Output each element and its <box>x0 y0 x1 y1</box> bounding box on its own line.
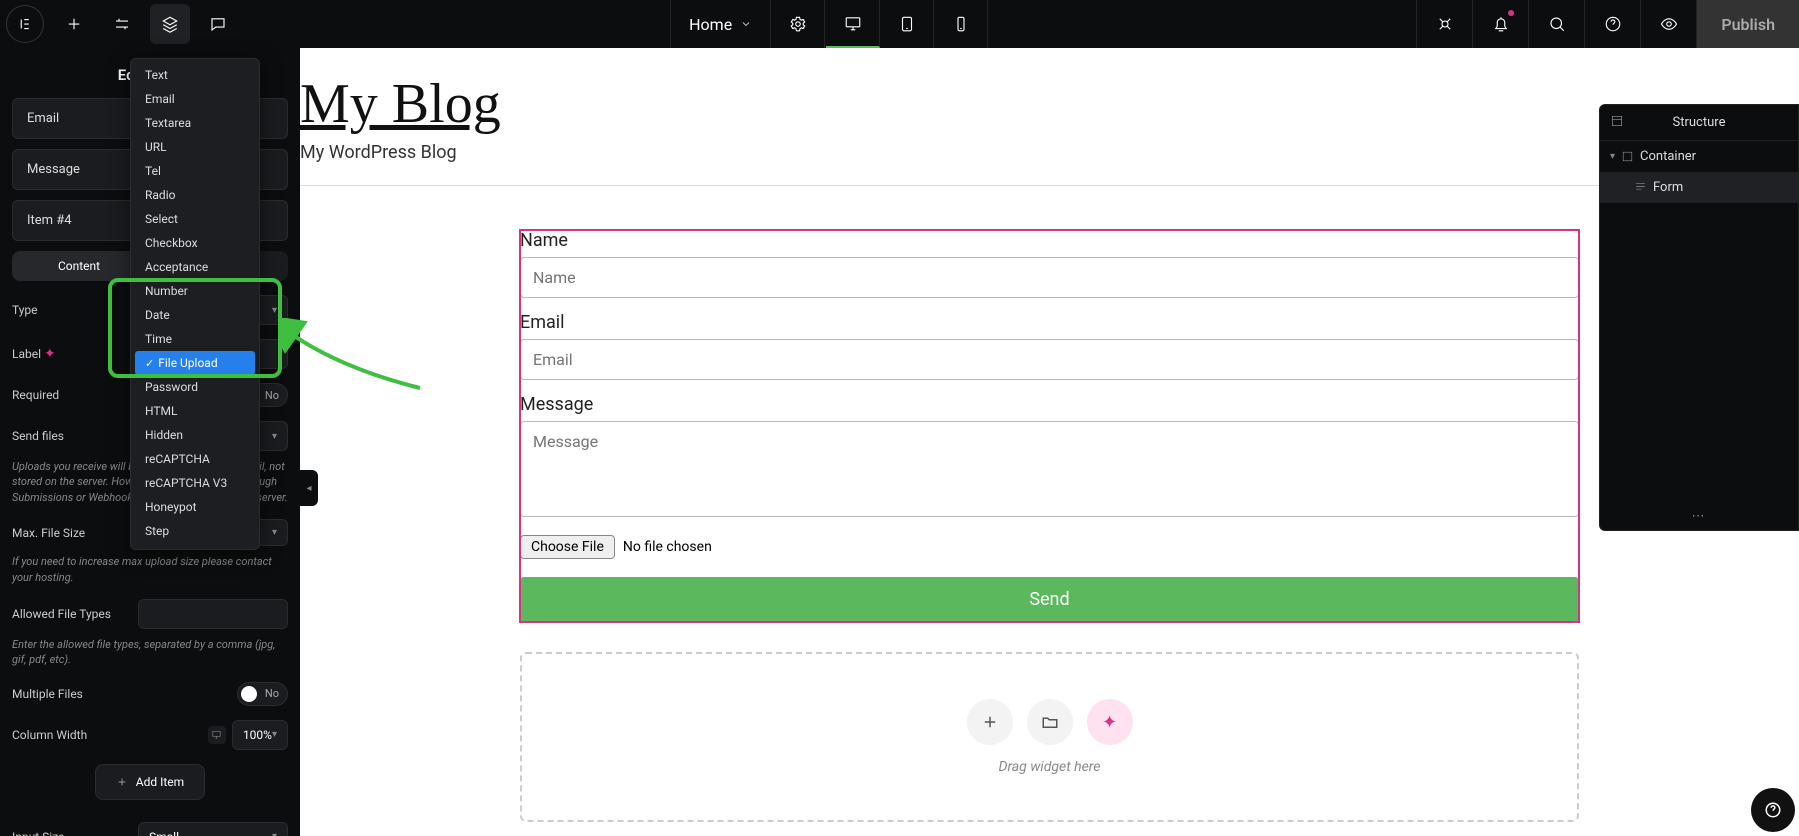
label-label: Label ✦ <box>12 346 56 362</box>
dropzone-text: Drag widget here <box>999 759 1101 775</box>
form-email-label: Email <box>520 312 1579 333</box>
colw-label: Column Width <box>12 728 87 742</box>
publish-button[interactable]: Publish <box>1696 0 1799 48</box>
device-tablet-icon[interactable] <box>880 0 934 48</box>
type-dropdown-menu[interactable]: TextEmailTextareaURLTelRadioSelectCheckb… <box>130 58 260 550</box>
type-option[interactable]: Hidden <box>135 423 255 447</box>
type-option[interactable]: Password <box>135 375 255 399</box>
form-widget[interactable]: Name Email Message Choose File No file c… <box>520 230 1579 622</box>
tab-content[interactable]: Content <box>12 251 146 281</box>
form-email-input[interactable] <box>520 339 1579 380</box>
type-option[interactable]: reCAPTCHA <box>135 447 255 471</box>
notification-badge <box>1508 10 1514 16</box>
type-option[interactable]: Date <box>135 303 255 327</box>
chevron-left-icon: ◂ <box>306 483 311 494</box>
device-mobile-icon[interactable] <box>934 0 988 48</box>
device-desktop-icon[interactable] <box>826 0 880 48</box>
comment-icon[interactable] <box>194 0 242 48</box>
type-option[interactable]: Select <box>135 207 255 231</box>
add-icon[interactable] <box>50 0 98 48</box>
search-icon[interactable] <box>1528 0 1584 48</box>
connect-icon[interactable] <box>1416 0 1472 48</box>
allowed-help: Enter the allowed file types, separated … <box>12 637 288 668</box>
send-button[interactable]: Send <box>520 577 1579 622</box>
type-option[interactable]: Honeypot <box>135 495 255 519</box>
multi-label: Multiple Files <box>12 687 83 701</box>
settings-sliders-icon[interactable] <box>98 0 146 48</box>
type-option[interactable]: File Upload <box>135 351 255 375</box>
structure-form-row[interactable]: Form <box>1600 172 1798 203</box>
notification-icon[interactable] <box>1472 0 1528 48</box>
preview-icon[interactable] <box>1640 0 1696 48</box>
maxsize-label: Max. File Size <box>12 526 85 540</box>
type-option[interactable]: Text <box>135 63 255 87</box>
structure-more[interactable]: ⋯ <box>1600 503 1798 530</box>
form-message-input[interactable] <box>520 421 1579 517</box>
structure-container-row[interactable]: ▾ Container <box>1600 141 1798 172</box>
type-option[interactable]: Radio <box>135 183 255 207</box>
type-option[interactable]: Time <box>135 327 255 351</box>
structure-title: Structure <box>1673 115 1726 130</box>
blog-subtitle: My WordPress Blog <box>300 142 1799 163</box>
type-option[interactable]: URL <box>135 135 255 159</box>
structure-panel[interactable]: Structure ▾ Container Form ⋯ <box>1599 104 1799 531</box>
type-option[interactable]: Acceptance <box>135 255 255 279</box>
home-dropdown[interactable]: Home <box>670 0 771 48</box>
home-label: Home <box>689 15 732 34</box>
type-option[interactable]: reCAPTCHA V3 <box>135 471 255 495</box>
type-option[interactable]: Checkbox <box>135 231 255 255</box>
site-settings-icon[interactable] <box>771 0 825 48</box>
dropzone-folder-button[interactable] <box>1027 699 1073 745</box>
navigator-icon[interactable] <box>1610 114 1624 132</box>
choose-file-button[interactable]: Choose File <box>520 535 615 559</box>
required-label: Required <box>12 388 59 402</box>
chevron-down-icon: ▾ <box>272 305 277 316</box>
type-option[interactable]: Email <box>135 87 255 111</box>
colw-select[interactable]: 100%▾ <box>232 720 288 750</box>
help-icon[interactable] <box>1584 0 1640 48</box>
type-option[interactable]: Textarea <box>135 111 255 135</box>
blog-title[interactable]: My Blog <box>300 72 1799 136</box>
type-option[interactable]: Tel <box>135 159 255 183</box>
device-selector-icon[interactable] <box>208 726 226 744</box>
sendfiles-label: Send files <box>12 429 64 443</box>
type-option[interactable]: Number <box>135 279 255 303</box>
no-file-text: No file chosen <box>623 539 712 555</box>
type-option[interactable]: HTML <box>135 399 255 423</box>
type-label: Type <box>12 303 38 317</box>
elementor-logo[interactable] <box>6 5 44 43</box>
collapse-panel-button[interactable]: ◂ <box>300 470 318 506</box>
layers-icon[interactable] <box>150 4 190 44</box>
form-name-label: Name <box>520 230 1579 251</box>
form-message-label: Message <box>520 394 1579 415</box>
dropzone-add-button[interactable] <box>967 699 1013 745</box>
multi-toggle[interactable]: No <box>237 682 288 706</box>
type-option[interactable]: Step <box>135 519 255 543</box>
chevron-down-icon[interactable]: ▾ <box>1610 151 1615 162</box>
ai-spark-icon[interactable]: ✦ <box>44 346 56 362</box>
dropzone-ai-button[interactable]: ✦ <box>1087 699 1133 745</box>
allowed-label: Allowed File Types <box>12 607 111 621</box>
maxsize-help: If you need to increase max upload size … <box>12 554 288 585</box>
widget-dropzone[interactable]: ✦ Drag widget here <box>520 652 1579 822</box>
add-item-button[interactable]: Add Item <box>95 764 205 800</box>
form-name-input[interactable] <box>520 257 1579 298</box>
allowed-input[interactable] <box>138 599 288 629</box>
inputsize-select[interactable]: Small▾ <box>138 822 288 836</box>
inputsize-label: Input Size <box>12 830 64 836</box>
help-fab[interactable] <box>1751 788 1795 832</box>
